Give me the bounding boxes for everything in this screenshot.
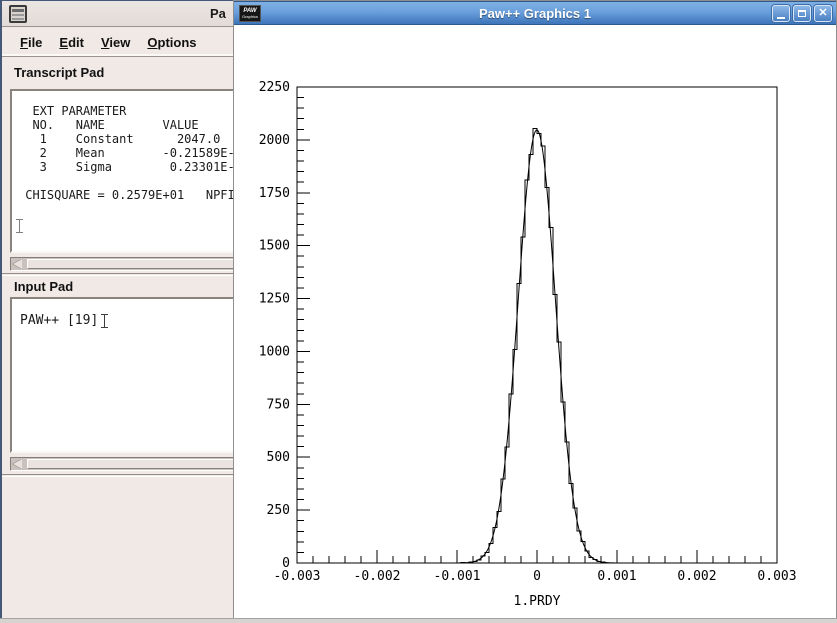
graphics-window-title: Paw++ Graphics 1 (234, 6, 836, 21)
transcript-text: EXT PARAMETER NO. NAME VALUE 1 Constant … (12, 91, 237, 202)
menu-file[interactable]: File (20, 35, 42, 50)
y-tick-label: 250 (267, 503, 290, 518)
paw-graphics-icon: PAW Graphics (239, 5, 261, 22)
y-tick-label: 500 (267, 450, 290, 465)
scrollbar-thumb[interactable] (27, 459, 237, 469)
input-prompt: PAW++ [19] (20, 313, 98, 328)
transcript-pad-label: Transcript Pad (14, 65, 104, 80)
pane-separator[interactable] (2, 474, 237, 477)
minimize-icon (777, 17, 785, 19)
input-hscrollbar[interactable] (10, 457, 237, 471)
maximize-icon (798, 10, 806, 17)
main-window-titlebar[interactable]: Pa (2, 1, 237, 27)
menu-edit[interactable]: Edit (59, 35, 84, 50)
x-tick-label: 0 (533, 569, 541, 584)
y-tick-label: 1500 (259, 239, 290, 254)
x-tick-label: 0.001 (597, 569, 636, 584)
pane-separator[interactable] (2, 273, 237, 276)
scrollbar-thumb[interactable] (27, 259, 237, 269)
y-tick-label: 2250 (259, 80, 290, 95)
y-tick-label: 1250 (259, 292, 290, 307)
histogram-plot: -0.003 -0.002 -0.001 0 0.001 0.002 0.003 0 250 50… (235, 26, 835, 618)
y-tick-label: 2000 (259, 133, 290, 148)
text-cursor (101, 314, 108, 328)
x-axis-title: 1.PRDY (514, 594, 561, 609)
x-tick-label: 0.003 (757, 569, 796, 584)
menu-bar: File Edit View Options (2, 28, 237, 57)
close-icon: ✕ (818, 8, 827, 19)
menu-view[interactable]: View (101, 35, 130, 50)
graphics-window-titlebar[interactable]: PAW Graphics Paw++ Graphics 1 ✕ (234, 1, 836, 25)
x-tick-label: 0.002 (677, 569, 716, 584)
input-pad-label: Input Pad (14, 279, 73, 294)
x-tick-label: -0.002 (354, 569, 401, 584)
transcript-pad[interactable]: EXT PARAMETER NO. NAME VALUE 1 Constant … (10, 89, 237, 253)
input-pad[interactable]: PAW++ [19] (10, 297, 237, 453)
gaussian-fit-curve (455, 130, 617, 563)
paw-main-window: Pa File Edit View Options Transcript Pad EX… (0, 0, 237, 623)
x-tick-label: -0.003 (274, 569, 321, 584)
transcript-hscrollbar[interactable] (10, 257, 237, 271)
application-icon (9, 5, 27, 23)
graphics-window: PAW Graphics Paw++ Graphics 1 ✕ -0.003-0… (233, 0, 837, 623)
plot-frame (297, 87, 777, 563)
scroll-left-arrow-icon[interactable] (12, 259, 25, 269)
window-bottom-border (0, 618, 837, 623)
insertion-caret (16, 219, 23, 233)
icon-text-bottom: Graphics (242, 14, 258, 19)
plot-canvas[interactable]: -0.003 -0.002 -0.001 0 0.001 0.002 0.003 0 250 50… (235, 26, 835, 618)
window-controls: ✕ (772, 5, 832, 22)
y-tick-label: 1750 (259, 186, 290, 201)
y-tick-label: 1000 (259, 344, 290, 359)
x-tick-label: -0.001 (434, 569, 481, 584)
y-tick-label: 750 (267, 397, 290, 412)
y-tick-label: 0 (282, 556, 290, 571)
close-button[interactable]: ✕ (814, 5, 832, 22)
scroll-left-arrow-icon[interactable] (12, 459, 25, 469)
main-window-title: Pa (210, 6, 226, 21)
desktop: Pa File Edit View Options Transcript Pad EX… (0, 0, 837, 623)
minimize-button[interactable] (772, 5, 790, 22)
histogram-steps (297, 128, 777, 563)
maximize-button[interactable] (793, 5, 811, 22)
menu-options[interactable]: Options (147, 35, 196, 50)
